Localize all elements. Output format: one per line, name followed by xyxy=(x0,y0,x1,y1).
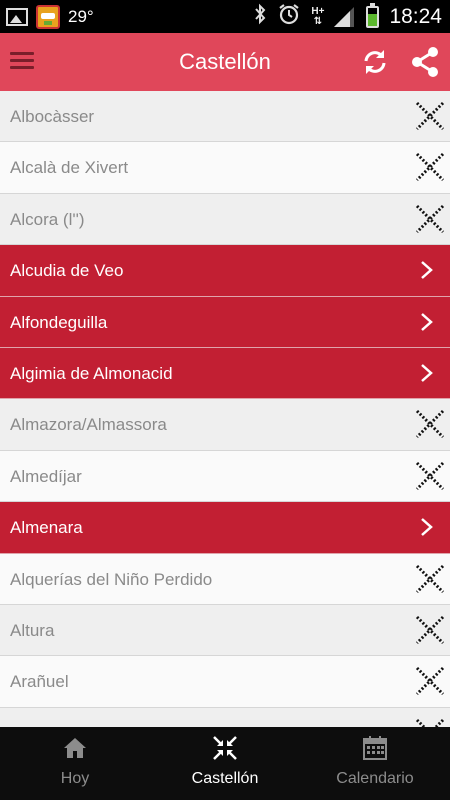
menu-icon xyxy=(10,52,34,55)
list-item-label: Ares del Maestre xyxy=(10,708,139,727)
list-item[interactable]: Alquerías del Niño Perdido xyxy=(0,553,450,605)
list-item[interactable]: Ares del Maestre xyxy=(0,707,450,727)
list-item-label: Almedíjar xyxy=(10,466,82,486)
chevron-right-icon xyxy=(420,312,434,332)
list-item[interactable]: Altura xyxy=(0,604,450,657)
compress-arrows-icon xyxy=(213,736,237,760)
cross-icon xyxy=(415,461,445,491)
list-item[interactable]: Almazora/Almassora xyxy=(0,399,450,451)
chevron-right-icon xyxy=(420,260,434,280)
nav-label-calendario: Calendario xyxy=(336,770,414,787)
cross-icon xyxy=(415,101,445,131)
list-item-label: Algimia de Almonacid xyxy=(10,363,173,383)
list-item-label: Albocàsser xyxy=(10,107,95,126)
chevron-right-icon xyxy=(420,363,434,383)
share-icon xyxy=(412,47,438,77)
nav-item-castellon[interactable]: Castellón xyxy=(150,727,300,800)
share-button[interactable] xyxy=(410,46,440,78)
temperature-text: 29° xyxy=(68,6,94,26)
cross-icon xyxy=(415,666,445,696)
list-item-label: Alfondeguilla xyxy=(10,312,108,332)
list-item[interactable]: Almedíjar xyxy=(0,450,450,503)
cross-icon xyxy=(415,409,445,439)
list-item-label: Arañuel xyxy=(10,672,69,692)
bluetooth-icon xyxy=(253,3,267,30)
cross-icon xyxy=(415,204,445,234)
gallery-icon xyxy=(6,7,28,26)
cross-icon xyxy=(415,615,445,645)
home-icon xyxy=(64,738,86,758)
cross-icon xyxy=(415,718,445,727)
list-item[interactable]: Almenara xyxy=(0,502,450,554)
list-item-label: Alcalà de Xivert xyxy=(10,158,129,178)
list-item-label: Alcora (l'') xyxy=(10,209,85,229)
nav-item-hoy[interactable]: Hoy xyxy=(0,727,150,800)
nav-label-castellon: Castellón xyxy=(191,770,259,787)
list-item-label: Alquerías del Niño Perdido xyxy=(10,569,213,589)
list-item[interactable]: Alcudia de Veo xyxy=(0,245,450,297)
battery-icon xyxy=(366,2,380,28)
list-item[interactable]: Algimia de Almonacid xyxy=(0,347,450,400)
app-notification-icon xyxy=(36,4,60,29)
list-item-label: Almazora/Almassora xyxy=(10,415,167,435)
cross-icon xyxy=(415,564,445,594)
nav-label-hoy: Hoy xyxy=(60,770,90,787)
list-item-label: Almenara xyxy=(10,518,83,538)
calendar-icon xyxy=(363,736,387,760)
signal-icon xyxy=(334,6,356,27)
app-bar: Castellón xyxy=(0,33,450,91)
cross-icon xyxy=(415,152,445,182)
list-item-label: Alcudia de Veo xyxy=(10,261,124,281)
bottom-navigation: Hoy Castellón Calendario xyxy=(0,727,450,800)
status-bar: 29° H+ ⇅ 18:24 xyxy=(0,0,450,33)
nav-item-calendario[interactable]: Calendario xyxy=(300,727,450,800)
list-item[interactable]: Alcalà de Xivert xyxy=(0,142,450,194)
list-item[interactable]: Alfondeguilla xyxy=(0,296,450,348)
alarm-icon xyxy=(277,2,301,31)
list-item[interactable]: Albocàsser xyxy=(0,91,450,143)
chevron-right-icon xyxy=(420,517,434,537)
list-item[interactable]: Arañuel xyxy=(0,656,450,708)
clock-text: 18:24 xyxy=(389,4,442,28)
refresh-button[interactable] xyxy=(360,47,390,77)
network-type: H+ ⇅ xyxy=(311,5,325,27)
municipality-list: Albocàsser Alcalà de Xivert Alcora (l'') Al… xyxy=(0,91,450,727)
refresh-icon xyxy=(364,50,386,74)
menu-button[interactable] xyxy=(10,51,34,71)
list-item[interactable]: Alcora (l'') xyxy=(0,193,450,246)
list-item-label: Altura xyxy=(10,620,55,640)
